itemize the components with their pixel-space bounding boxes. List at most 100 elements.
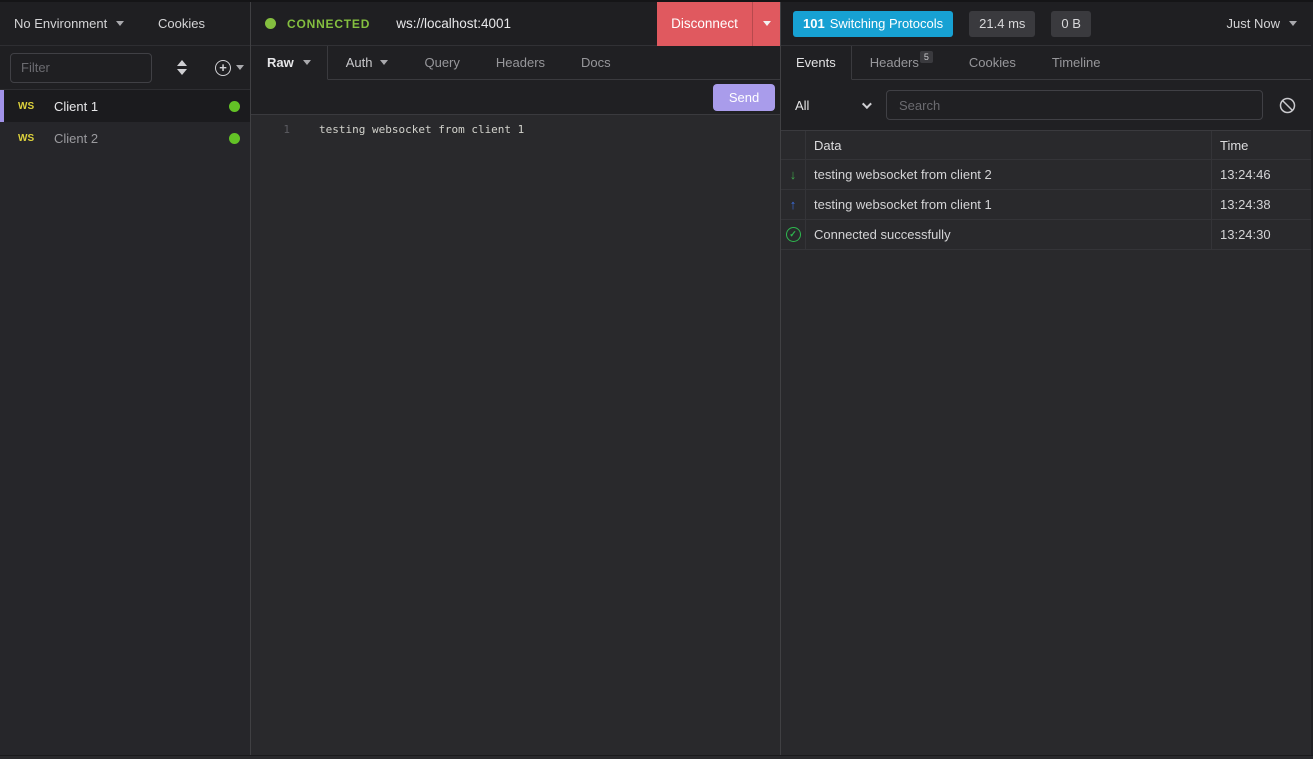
request-list: WS Client 1 WS Client 2 [0, 90, 250, 755]
sort-up-icon [177, 60, 187, 66]
event-time-cell: 13:24:30 [1211, 220, 1311, 250]
event-time-cell: 13:24:46 [1211, 160, 1311, 190]
arrow-up-icon: ↑ [790, 197, 797, 212]
environment-label: No Environment [14, 16, 107, 31]
environment-bar: No Environment Cookies [0, 2, 250, 46]
event-type-value: All [795, 98, 809, 113]
events-header-icon-column [781, 131, 805, 160]
plus-circle-icon: + [215, 60, 231, 76]
connection-status-label: CONNECTED [287, 17, 370, 31]
events-search-input[interactable] [886, 90, 1263, 120]
request-pane: CONNECTED ws://localhost:4001 Disconnect… [251, 2, 781, 755]
send-row: Send [251, 80, 780, 114]
response-time-badge: 21.4 ms [969, 11, 1035, 37]
events-empty-area [781, 250, 1311, 755]
status-code-badge: 101 Switching Protocols [793, 11, 953, 37]
tab-label: Headers [870, 55, 919, 70]
tab-label: Raw [267, 55, 294, 70]
tab-timeline[interactable]: Timeline [1034, 46, 1119, 80]
request-item-client-2[interactable]: WS Client 2 [0, 122, 250, 154]
editor-line-number: 1 [251, 123, 290, 136]
connected-dot-icon [229, 133, 240, 144]
add-request-button[interactable]: + [215, 60, 244, 76]
events-filter-bar: All [781, 80, 1311, 130]
clear-events-button[interactable] [1279, 97, 1296, 114]
tab-docs[interactable]: Docs [563, 46, 629, 80]
tab-label: Docs [581, 55, 611, 70]
sidebar: No Environment Cookies + [0, 2, 251, 755]
plus-glyph: + [219, 61, 227, 74]
response-history-dropdown[interactable]: Just Now [1227, 16, 1297, 31]
response-size-badge: 0 B [1051, 11, 1091, 37]
history-label: Just Now [1227, 16, 1280, 31]
connected-dot-icon [229, 101, 240, 112]
chevron-down-icon [303, 60, 311, 65]
tab-body-type-raw[interactable]: Raw [251, 46, 328, 80]
events-table: Data Time ↓ testing websocket from clien… [781, 130, 1311, 250]
request-item-client-1[interactable]: WS Client 1 [0, 90, 250, 122]
window-bottom-edge [0, 755, 1313, 759]
websocket-method-tag: WS [18, 101, 40, 112]
sidebar-filter-input[interactable] [10, 53, 152, 83]
chevron-down-icon [763, 21, 771, 26]
tab-events[interactable]: Events [781, 46, 852, 80]
check-circle-icon: ✓ [786, 227, 801, 242]
websocket-url[interactable]: ws://localhost:4001 [396, 16, 511, 31]
status-code: 101 [803, 16, 825, 31]
chevron-down-icon [1289, 21, 1297, 26]
sidebar-filter-bar: + [0, 46, 250, 90]
tab-row-filler [1119, 46, 1311, 80]
event-type-select[interactable]: All [795, 98, 869, 113]
response-status-bar: 101 Switching Protocols 21.4 ms 0 B Just… [781, 2, 1311, 46]
request-name: Client 2 [54, 131, 98, 146]
sort-down-icon [177, 69, 187, 75]
tab-row-filler [629, 46, 780, 80]
disconnect-options-button[interactable] [752, 2, 780, 46]
chevron-down-icon [380, 60, 388, 65]
disconnect-button[interactable]: Disconnect [657, 2, 752, 46]
headers-count-badge: 5 [920, 51, 933, 63]
tab-label: Events [796, 55, 836, 70]
response-pane: 101 Switching Protocols 21.4 ms 0 B Just… [781, 2, 1311, 755]
url-bar: CONNECTED ws://localhost:4001 Disconnect [251, 2, 780, 46]
event-direction-cell: ✓ [781, 220, 805, 250]
chevron-down-icon [862, 99, 872, 109]
status-text: Switching Protocols [830, 16, 943, 31]
cookies-link[interactable]: Cookies [158, 16, 205, 31]
connection-status-dot-icon [265, 18, 276, 29]
send-button[interactable]: Send [713, 84, 775, 111]
events-header-time: Time [1211, 131, 1311, 160]
response-tab-row: Events Headers 5 Cookies Timeline [781, 46, 1311, 80]
websocket-method-tag: WS [18, 133, 40, 144]
events-header-data: Data [805, 131, 1211, 160]
event-direction-cell: ↓ [781, 160, 805, 190]
tab-label: Timeline [1052, 55, 1101, 70]
request-name: Client 1 [54, 99, 98, 114]
editor-content[interactable]: testing websocket from client 1 [319, 123, 524, 136]
tab-query[interactable]: Query [406, 46, 477, 80]
tab-response-cookies[interactable]: Cookies [951, 46, 1034, 80]
tab-auth[interactable]: Auth [328, 46, 407, 80]
ban-icon [1279, 97, 1296, 114]
event-time-cell: 13:24:38 [1211, 190, 1311, 220]
disconnect-split-button: Disconnect [657, 2, 780, 46]
event-data-cell[interactable]: testing websocket from client 1 [805, 190, 1211, 220]
event-data-cell[interactable]: testing websocket from client 2 [805, 160, 1211, 190]
event-direction-cell: ↑ [781, 190, 805, 220]
tab-response-headers[interactable]: Headers 5 [852, 46, 951, 80]
tab-label: Cookies [969, 55, 1016, 70]
message-editor[interactable]: 1 testing websocket from client 1 [251, 114, 780, 755]
event-data-cell[interactable]: Connected successfully [805, 220, 1211, 250]
chevron-down-icon [236, 65, 244, 70]
main-panels: No Environment Cookies + [0, 2, 1313, 755]
tab-headers[interactable]: Headers [478, 46, 563, 80]
sort-icon[interactable] [173, 56, 191, 79]
environment-selector[interactable]: No Environment [14, 16, 124, 31]
request-tab-row: Raw Auth Query Headers Docs [251, 46, 780, 80]
arrow-down-icon: ↓ [790, 167, 797, 182]
chevron-down-icon [116, 21, 124, 26]
check-glyph: ✓ [789, 229, 797, 240]
tab-label: Headers [496, 55, 545, 70]
tab-label: Query [424, 55, 459, 70]
app-window: No Environment Cookies + [0, 0, 1313, 759]
